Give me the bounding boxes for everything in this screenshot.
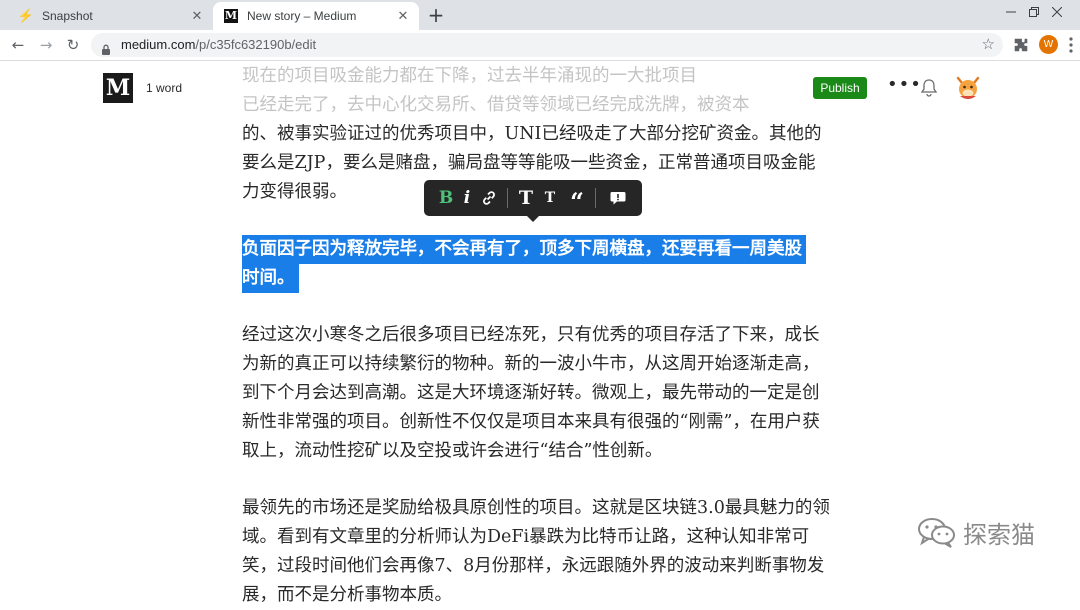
title-large-button[interactable]: T — [515, 180, 537, 216]
selection-highlight[interactable]: 时间。 — [242, 264, 299, 293]
menu-icon[interactable] — [1068, 36, 1074, 54]
watermark: 探索猫 — [917, 513, 1035, 551]
tab-title: New story – Medium — [247, 9, 357, 23]
close-tab-icon[interactable]: ✕ — [395, 8, 411, 24]
private-note-icon[interactable] — [607, 180, 629, 216]
selection-highlight[interactable]: 负面因子因为释放完毕，不会再有了，顶多下周横盘，还要再看一周美股 — [242, 235, 806, 264]
url-host: medium.com — [121, 37, 196, 52]
url-path: /p/c35fc632190b/edit — [195, 37, 317, 52]
selected-text-line[interactable]: 时间。 — [242, 264, 838, 293]
paragraph-line: 经过这次小寒冬之后很多项目已经冻死，只有优秀的项目存活了下来，成长 — [242, 325, 820, 345]
bold-button[interactable]: B — [436, 180, 456, 216]
medium-logo[interactable]: M — [103, 73, 133, 103]
link-icon[interactable] — [478, 180, 500, 216]
paragraph-line: 笑，过段时间他们会再像7、8月份那样，永远跟随外界的波动来判断事物发 — [242, 556, 825, 576]
more-options-icon[interactable]: ••• — [887, 76, 921, 95]
quote-button[interactable]: “ — [567, 180, 587, 216]
paragraph-line: 已经走完了，去中心化交易所、借贷等领域已经完成洗牌，被资本 — [242, 95, 750, 115]
back-arrow-icon[interactable]: ← — [8, 35, 28, 55]
user-avatar[interactable] — [954, 74, 982, 102]
paragraph-line: 展，而不是分析事物本质。 — [242, 585, 452, 605]
url-text: medium.com/p/c35fc632190b/edit — [121, 37, 316, 52]
word-count: 1 word — [146, 81, 183, 95]
paragraph-line: 域。看到有文章里的分析师认为DeFi暴跌为比特币让路，这种认知非常可 — [242, 527, 810, 547]
profile-avatar[interactable]: W — [1039, 35, 1058, 54]
paragraph-line: 到下个月会达到高潮。这是大环境逐渐好转。微观上，最先带动的一定是创 — [242, 383, 820, 403]
paragraph-line: 最领先的市场还是奖励给极具原创性的项目。这就是区块链3.0最具魅力的领 — [242, 498, 830, 518]
paragraph-line: 现在的项目吸金能力都在下降，过去半年涌现的一大批项目 — [242, 66, 697, 86]
lock-icon — [101, 40, 111, 59]
tab-snapshot[interactable]: ⚡ Snapshot ✕ — [8, 2, 213, 30]
title-small-button[interactable]: T — [541, 180, 559, 216]
watermark-text: 探索猫 — [963, 520, 1035, 549]
star-icon[interactable]: ☆ — [982, 35, 995, 53]
story-body[interactable]: 现在的项目吸金能力都在下降，过去半年涌现的一大批项目 已经走完了，去中心化交易所… — [242, 62, 838, 610]
paragraph-line: 要么是ZJP，要么是赌盘，骗局盘等等能吸一些资金，正常普通项目吸金能 — [242, 153, 816, 173]
toolbar-divider — [595, 188, 596, 208]
forward-arrow-icon[interactable]: → — [36, 35, 56, 55]
formatting-toolbar: B i T T “ — [424, 180, 642, 222]
close-tab-icon[interactable]: ✕ — [189, 8, 205, 24]
selected-text-line[interactable]: 负面因子因为释放完毕，不会再有了，顶多下周横盘，还要再看一周美股 — [242, 235, 838, 264]
paragraph-line: 的、被事实验证过的优秀项目中，UNI已经吸走了大部分挖矿资金。其他的 — [242, 124, 822, 144]
browser-toolbar: ← → ↻ medium.com/p/c35fc632190b/edit ☆ W — [0, 30, 1080, 61]
italic-button[interactable]: i — [459, 180, 475, 216]
tab-strip: ⚡ Snapshot ✕ M New story – Medium ✕ + — [0, 0, 1080, 30]
paragraph-line: 新性非常强的项目。创新性不仅仅是项目本来具有很强的“刚需”，在用户获 — [242, 412, 820, 432]
new-tab-button[interactable]: + — [425, 4, 447, 26]
extensions-icon[interactable] — [1012, 36, 1030, 54]
lightning-icon: ⚡ — [17, 8, 35, 23]
paragraph-line: 为新的真正可以持续繁衍的物种。新的一波小牛市，从这周开始逐渐走高， — [242, 354, 820, 374]
close-window-icon[interactable] — [1034, 0, 1080, 30]
medium-logo-icon: M — [224, 9, 238, 23]
publish-button[interactable]: Publish — [813, 77, 867, 99]
reload-icon[interactable]: ↻ — [63, 35, 83, 55]
tab-title: Snapshot — [42, 9, 93, 23]
toolbar-divider — [507, 188, 508, 208]
tab-new-story[interactable]: M New story – Medium ✕ — [213, 2, 419, 30]
wechat-icon — [918, 518, 955, 548]
paragraph-line: 取上，流动性挖矿以及空投或许会进行“结合”性创新。 — [242, 441, 663, 461]
bell-icon[interactable] — [920, 78, 938, 98]
address-bar[interactable]: medium.com/p/c35fc632190b/edit ☆ — [91, 33, 1003, 57]
